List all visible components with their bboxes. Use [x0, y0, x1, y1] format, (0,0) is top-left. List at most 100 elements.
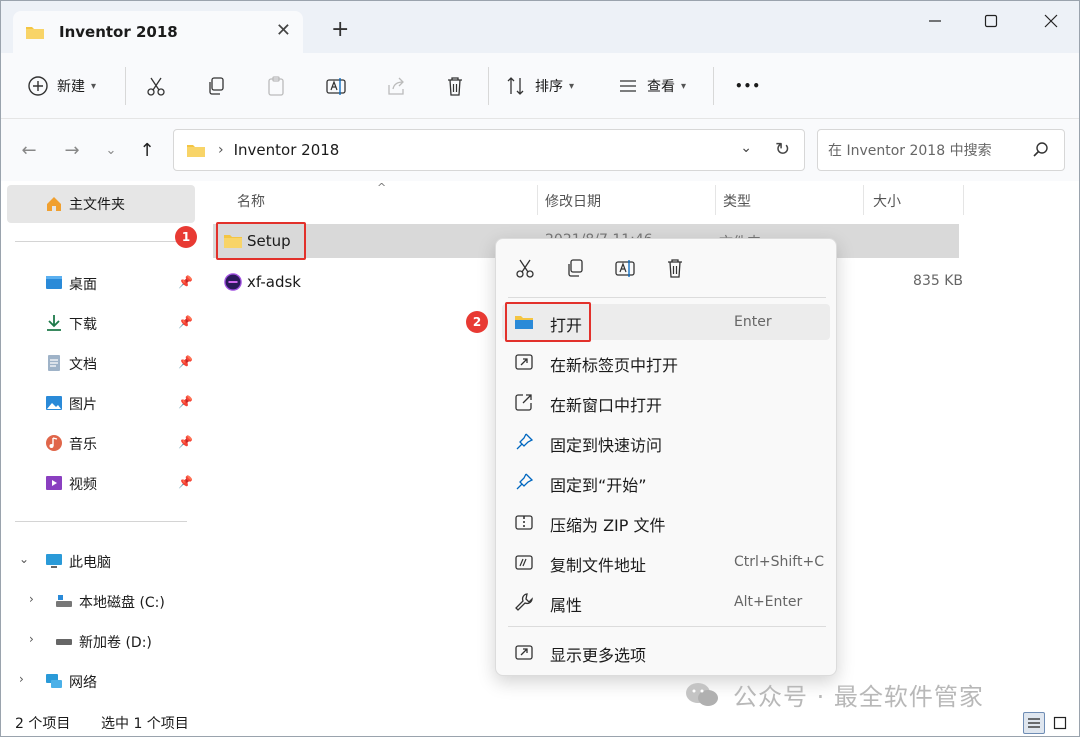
scissors-icon — [147, 77, 165, 96]
menu-item-show-more-options[interactable]: 显示更多选项 — [502, 634, 830, 670]
sidebar-item-drive-c[interactable]: › 本地磁盘 (C:) — [1, 583, 197, 619]
search-input[interactable]: 在 Inventor 2018 中搜索 — [817, 129, 1065, 171]
context-menu-quick-actions — [496, 239, 836, 297]
paste-button[interactable] — [265, 73, 287, 99]
tab-inventor-2018[interactable]: Inventor 2018 ✕ — [13, 11, 303, 53]
menu-item-open-new-window[interactable]: 在新窗口中打开 — [502, 384, 830, 420]
forward-arrow-icon[interactable]: → — [60, 139, 84, 161]
sidebar-item-network[interactable]: › 网络 — [1, 663, 197, 699]
column-header-name[interactable]: 名称 — [237, 191, 265, 211]
menu-item-label: 属性 — [550, 596, 583, 615]
view-button[interactable]: 查看 ▾ — [617, 73, 686, 99]
sidebar-item-label: 网络 — [69, 675, 97, 691]
drive-icon — [56, 595, 72, 607]
new-label: 新建 — [57, 79, 85, 95]
rename-icon[interactable] — [614, 257, 636, 279]
sidebar-item-pictures[interactable]: 图片 📌 — [1, 385, 197, 421]
menu-item-label: 固定到“开始” — [550, 476, 647, 495]
navigation-bar: ← → ⌄ ↑ › Inventor 2018 ⌄ ↻ 在 Inventor 2… — [1, 119, 1079, 181]
up-arrow-icon[interactable]: ↑ — [135, 139, 159, 161]
chevron-right-icon[interactable]: › — [29, 632, 34, 646]
sort-label: 排序 — [535, 79, 563, 95]
menu-item-open-new-tab[interactable]: 在新标签页中打开 — [502, 344, 830, 380]
more-options-button[interactable]: ••• — [735, 73, 761, 99]
tiles-view-button[interactable] — [1049, 712, 1071, 734]
sort-button[interactable]: 排序 ▾ — [505, 73, 574, 99]
sidebar-item-videos[interactable]: 视频 📌 — [1, 465, 197, 501]
close-window-button[interactable] — [1031, 9, 1071, 33]
details-view-button[interactable] — [1023, 712, 1045, 734]
sidebar-item-drive-d[interactable]: › 新加卷 (D:) — [1, 623, 197, 659]
breadcrumb[interactable]: Inventor 2018 — [234, 141, 340, 159]
cut-button[interactable] — [145, 73, 167, 99]
recent-locations-chevron-icon[interactable]: ⌄ — [99, 139, 123, 161]
chevron-down-icon: ▾ — [91, 80, 97, 92]
minimize-button[interactable] — [915, 9, 955, 33]
search-icon — [1033, 142, 1048, 157]
copy-button[interactable] — [205, 73, 227, 99]
title-bar: Inventor 2018 ✕ + — [1, 1, 1079, 53]
menu-item-label: 在新窗口中打开 — [550, 396, 663, 415]
menu-divider — [508, 297, 826, 298]
chevron-right-icon[interactable]: › — [29, 592, 34, 606]
computer-icon — [46, 554, 62, 568]
menu-item-compress-zip[interactable]: 压缩为 ZIP 文件 — [502, 504, 830, 540]
maximize-button[interactable] — [971, 9, 1011, 33]
file-explorer-window: Inventor 2018 ✕ + 新建 ▾ 排序 ▾ 查看 ▾ ••• ← →… — [0, 0, 1080, 737]
pin-icon: 📌 — [178, 355, 193, 369]
copy-path-icon — [515, 555, 533, 570]
tab-title: Inventor 2018 — [59, 23, 178, 41]
pin-icon — [516, 473, 534, 490]
column-header-type[interactable]: 类型 — [723, 191, 751, 211]
open-new-tab-icon — [515, 354, 533, 370]
trash-icon[interactable] — [664, 257, 686, 279]
back-arrow-icon[interactable]: ← — [17, 139, 41, 161]
zip-folder-icon — [515, 515, 533, 530]
pin-icon: 📌 — [178, 395, 193, 409]
share-button[interactable] — [385, 73, 407, 99]
refresh-icon[interactable]: ↻ — [775, 139, 790, 160]
pin-icon — [516, 433, 534, 450]
tab-close-icon[interactable]: ✕ — [276, 22, 291, 40]
sidebar-item-label: 主文件夹 — [69, 197, 125, 213]
address-bar[interactable]: › Inventor 2018 ⌄ ↻ — [173, 129, 805, 171]
sidebar-item-home[interactable]: 主文件夹 — [7, 185, 195, 223]
delete-button[interactable] — [444, 73, 466, 99]
new-tab-button[interactable]: + — [331, 19, 349, 41]
copy-icon[interactable] — [564, 257, 586, 279]
network-icon — [46, 674, 62, 688]
sidebar-item-documents[interactable]: 文档 📌 — [1, 345, 197, 381]
copy-icon — [209, 77, 224, 95]
context-menu: 打开 Enter 在新标签页中打开 在新窗口中打开 固定到快速访问 固定到“开始… — [466, 238, 837, 676]
new-button[interactable]: 新建 ▾ — [27, 73, 96, 99]
desktop-icon — [46, 276, 62, 289]
folder-icon — [26, 27, 44, 39]
scissors-icon[interactable] — [514, 257, 536, 279]
highlight-box-open — [505, 302, 591, 342]
chevron-down-icon: ▾ — [681, 80, 687, 92]
menu-item-pin-quick-access[interactable]: 固定到快速访问 — [502, 424, 830, 460]
chevron-down-icon[interactable]: ⌄ — [19, 552, 29, 566]
menu-item-copy-path[interactable]: 复制文件地址 Ctrl+Shift+C — [502, 544, 830, 580]
toolbar-divider — [125, 67, 126, 105]
sidebar-item-label: 文档 — [69, 357, 97, 373]
search-placeholder: 在 Inventor 2018 中搜索 — [828, 143, 992, 159]
menu-item-properties[interactable]: 属性 Alt+Enter — [502, 584, 830, 620]
sidebar-item-label: 此电脑 — [69, 555, 111, 571]
chevron-right-icon[interactable]: › — [19, 672, 24, 686]
sidebar-item-desktop[interactable]: 桌面 📌 — [1, 265, 197, 301]
column-divider — [963, 185, 964, 215]
column-header-date[interactable]: 修改日期 — [545, 191, 601, 211]
address-dropdown-icon[interactable]: ⌄ — [740, 140, 752, 156]
column-divider — [863, 185, 864, 215]
sidebar-item-music[interactable]: 音乐 📌 — [1, 425, 197, 461]
rename-button[interactable] — [325, 73, 347, 99]
sidebar-item-downloads[interactable]: 下载 📌 — [1, 305, 197, 341]
column-header-size[interactable]: 大小 — [873, 191, 901, 211]
menu-item-label: 固定到快速访问 — [550, 436, 663, 455]
menu-item-pin-start[interactable]: 固定到“开始” — [502, 464, 830, 500]
rename-icon — [326, 78, 346, 95]
sidebar-item-this-pc[interactable]: ⌄ 此电脑 — [1, 543, 197, 579]
sidebar-item-label: 新加卷 (D:) — [79, 635, 152, 651]
selected-count: 选中 1 个项目 — [101, 716, 189, 732]
